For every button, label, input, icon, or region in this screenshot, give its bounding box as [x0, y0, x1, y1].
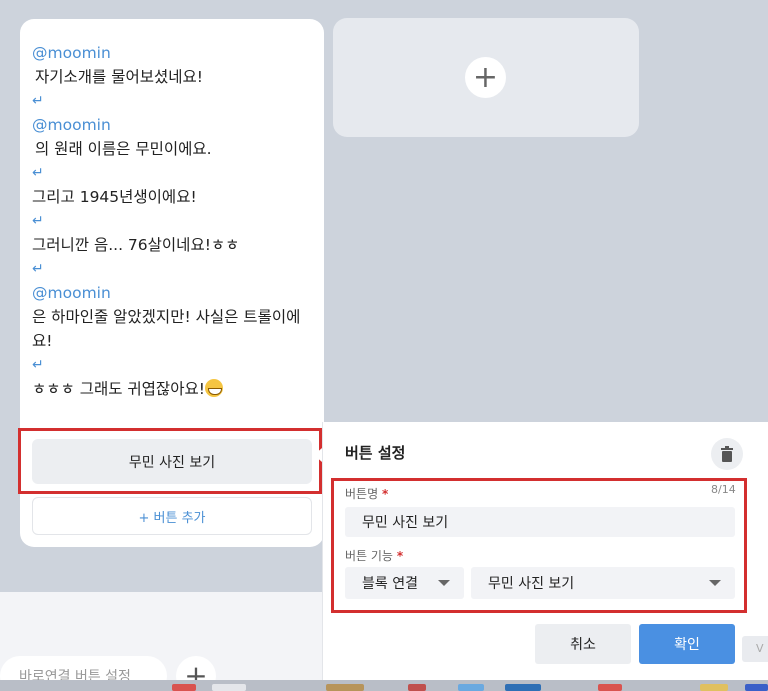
panel-title: 버튼 설정 — [345, 444, 406, 462]
required-mark: * — [381, 487, 389, 501]
dock-app-icon[interactable] — [172, 684, 196, 691]
message-line: 의 원래 이름은 무민이에요. — [35, 140, 212, 158]
message-line: 그러니깐 음... 76살이네요!ㅎㅎ — [32, 236, 240, 254]
trash-icon — [721, 446, 733, 462]
dock-app-icon[interactable] — [700, 684, 728, 691]
os-dock — [0, 680, 768, 691]
required-mark: * — [396, 549, 404, 563]
secondary-button[interactable]: V — [742, 636, 768, 662]
function-type-select[interactable]: 블록 연결 — [345, 567, 464, 599]
chevron-down-icon — [438, 580, 450, 586]
line-break-icon: ↵ — [32, 357, 44, 373]
function-type-value: 블록 연결 — [362, 576, 418, 592]
plus-icon[interactable]: + — [465, 57, 506, 98]
mention-tag[interactable]: @moomin — [32, 113, 322, 137]
confirm-button[interactable]: 확인 — [639, 624, 735, 664]
grinning-face-icon — [204, 379, 223, 397]
dock-app-icon[interactable] — [598, 684, 622, 691]
function-target-value: 무민 사진 보기 — [488, 576, 575, 592]
function-target-select[interactable]: 무민 사진 보기 — [471, 567, 735, 599]
message-line-text: ㅎㅎㅎ 그래도 귀엽잖아요! — [32, 380, 205, 398]
message-line-last: ㅎㅎㅎ 그래도 귀엽잖아요! — [32, 377, 322, 401]
message-line: 요! — [32, 332, 53, 350]
line-break-icon: ↵ — [32, 261, 44, 277]
dock-app-icon[interactable] — [326, 684, 364, 691]
line-break-icon: ↵ — [32, 165, 44, 181]
message-line: 은 하마인줄 알았겠지만! 사실은 트롤이에 — [32, 308, 301, 326]
chevron-down-icon — [709, 580, 721, 586]
empty-card-slot[interactable]: + — [333, 18, 639, 137]
panel-pointer — [314, 448, 322, 462]
mention-tag[interactable]: @moomin — [32, 41, 322, 65]
dock-app-icon[interactable] — [505, 684, 541, 691]
delete-button[interactable] — [711, 438, 743, 470]
button-function-label-text: 버튼 기능 — [345, 549, 393, 563]
dock-app-icon[interactable] — [212, 684, 246, 691]
cancel-button[interactable]: 취소 — [535, 624, 631, 664]
button-function-label: 버튼 기능 * — [345, 547, 403, 564]
char-counter: 8/14 — [711, 483, 736, 496]
button-name-input[interactable] — [345, 507, 735, 537]
message-line: 그리고 1945년생이에요! — [32, 188, 197, 206]
button-name-label-text: 버튼명 — [345, 487, 379, 501]
mention-tag[interactable]: @moomin — [32, 281, 322, 305]
message-line: 자기소개를 물어보셨네요! — [35, 68, 204, 86]
selected-button-highlight — [18, 428, 322, 494]
message-body[interactable]: @moomin 자기소개를 물어보셨네요! ↵ @moomin 의 원래 이름은… — [32, 41, 322, 401]
button-name-label: 버튼명 * — [345, 485, 388, 502]
dock-app-icon[interactable] — [408, 684, 426, 691]
line-break-icon: ↵ — [32, 213, 44, 229]
line-break-icon: ↵ — [32, 93, 44, 109]
dock-app-icon[interactable] — [458, 684, 484, 691]
dock-app-icon[interactable] — [745, 684, 768, 691]
add-button[interactable]: + 버튼 추가 — [32, 497, 312, 535]
